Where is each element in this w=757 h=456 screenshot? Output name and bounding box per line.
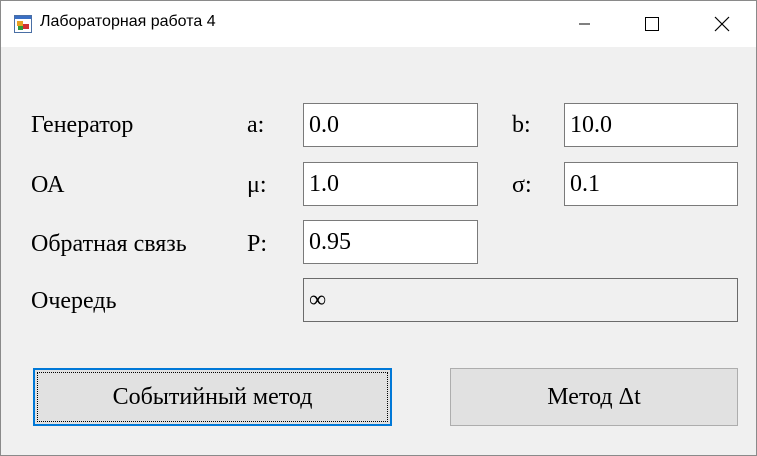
generator-label: Генератор <box>31 112 134 138</box>
b-param-label: b: <box>512 112 531 138</box>
sigma-input[interactable]: 0.1 <box>564 162 738 206</box>
delta-t-method-button-label: Метод Δt <box>547 383 641 410</box>
p-input[interactable]: 0.95 <box>303 220 478 264</box>
window-title: Лабораторная работа 4 <box>40 13 216 30</box>
app-window: Лабораторная работа 4 Генератор a: 0.0 b… <box>0 0 757 456</box>
oa-label: ОА <box>31 172 65 198</box>
focus-rectangle <box>37 372 388 422</box>
queue-field: ∞ <box>303 278 738 322</box>
delta-t-method-button[interactable]: Метод Δt <box>450 368 738 426</box>
maximize-button[interactable] <box>618 1 686 47</box>
event-method-button[interactable]: Событийный метод <box>33 368 392 426</box>
title-bar[interactable]: Лабораторная работа 4 <box>1 1 756 47</box>
sigma-param-label: σ: <box>512 172 532 198</box>
a-input[interactable]: 0.0 <box>303 103 478 147</box>
b-input[interactable]: 10.0 <box>564 103 738 147</box>
app-form-icon <box>14 15 32 33</box>
a-param-label: a: <box>247 112 265 138</box>
queue-label: Очередь <box>31 288 117 314</box>
close-icon <box>714 16 730 32</box>
mu-param-label: μ: <box>247 172 267 198</box>
mu-input[interactable]: 1.0 <box>303 162 478 206</box>
feedback-label: Обратная связь <box>31 231 187 257</box>
maximize-icon <box>645 17 659 31</box>
p-param-label: P: <box>247 231 268 257</box>
close-button[interactable] <box>688 1 756 47</box>
minimize-icon <box>579 23 590 25</box>
minimize-button[interactable] <box>551 1 619 47</box>
